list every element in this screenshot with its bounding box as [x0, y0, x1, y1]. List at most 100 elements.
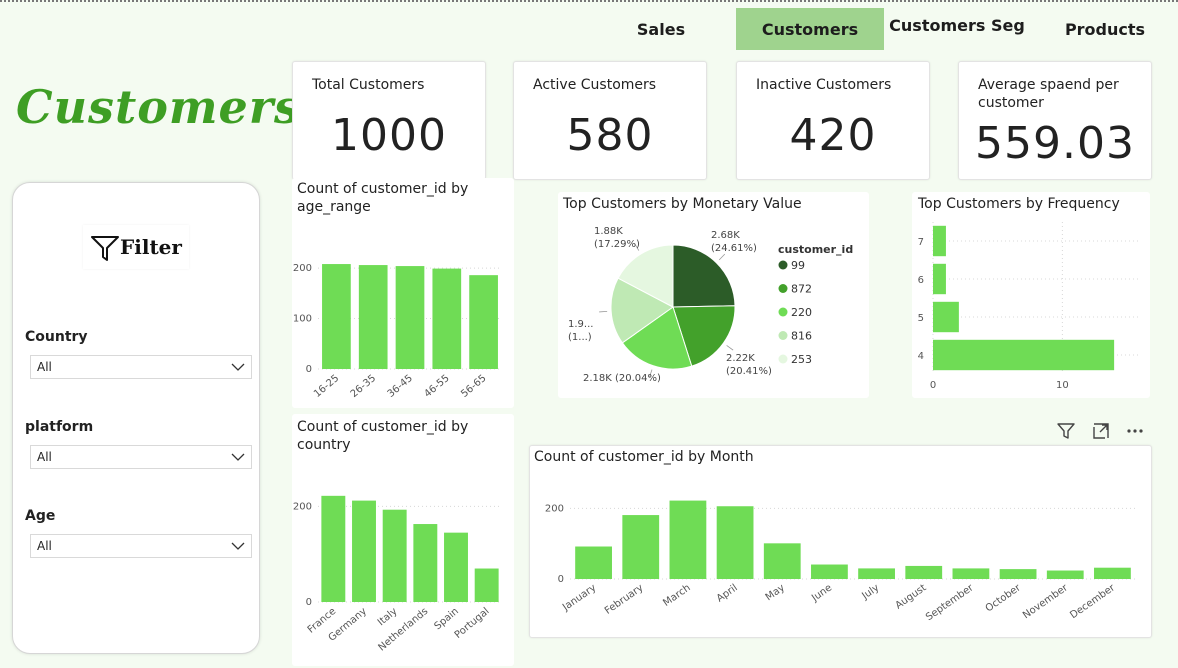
visual-filter-button[interactable] — [1052, 417, 1080, 445]
bar[interactable] — [352, 500, 376, 602]
nav-tab-customers[interactable]: Customers — [736, 8, 884, 50]
x-tick-label: July — [859, 582, 881, 602]
legend-label: 872 — [791, 283, 812, 296]
visual-more-options-button[interactable] — [1121, 417, 1149, 445]
kpi-value: 580 — [566, 110, 654, 161]
kpi-label: Average spaend per customer — [978, 77, 1119, 111]
y-tick-label: 0 — [558, 574, 564, 585]
slicer-value: All — [37, 539, 52, 553]
slicer-value: All — [37, 360, 52, 374]
pie-slice[interactable] — [672, 244, 736, 308]
visual-focus-mode-button[interactable] — [1087, 417, 1115, 445]
data-label: 2.22K — [726, 353, 755, 364]
legend-marker — [778, 260, 788, 270]
slicer-title-country: Country — [25, 329, 88, 345]
slicer-dropdown-age[interactable]: All — [30, 534, 252, 558]
y-tick-label: 6 — [918, 275, 924, 286]
y-tick-label: 5 — [918, 313, 924, 324]
x-tick-label: November — [1021, 582, 1071, 621]
bar[interactable] — [1046, 570, 1084, 579]
bar[interactable] — [1094, 567, 1131, 579]
x-tick-label: October — [984, 582, 1024, 614]
x-tick-label: 10 — [1056, 380, 1069, 391]
bar[interactable] — [444, 532, 468, 602]
x-tick-label: June — [809, 582, 834, 604]
legend-marker — [778, 307, 788, 317]
chart-month[interactable]: Count of customer_id by Month 0 200 Januar… — [529, 445, 1152, 638]
slicer-dropdown-country[interactable]: All — [30, 355, 252, 379]
bar[interactable] — [952, 568, 990, 579]
kpi-value: 559.03 — [975, 118, 1135, 169]
x-tick-label: February — [603, 582, 646, 616]
country-bar-chart: 0200FranceGermany ItalyNetherlands SpainPo… — [293, 495, 502, 653]
legend-label: 253 — [791, 353, 812, 366]
bar[interactable] — [716, 506, 754, 579]
chart-age-range[interactable]: Count of customer_id by age_range 0 100 20… — [292, 178, 514, 408]
bar[interactable] — [395, 266, 425, 369]
nav-tab-customers-seg[interactable]: Customers Seg — [888, 4, 1026, 46]
legend-marker — [778, 331, 788, 340]
bar[interactable] — [358, 265, 388, 369]
data-label: (24.61%) — [711, 243, 757, 254]
bar[interactable] — [413, 524, 438, 602]
kpi-card-total-customers: Total Customers 1000 — [292, 61, 486, 180]
x-tick-label: 26-35 — [349, 373, 378, 400]
bar[interactable] — [763, 543, 801, 579]
slicer-value: All — [37, 450, 52, 464]
filter-header: Filter — [83, 225, 189, 269]
bar[interactable] — [999, 569, 1037, 579]
bar[interactable] — [622, 515, 660, 579]
nav-tab-products[interactable]: Products — [1050, 8, 1160, 50]
y-tick-label: 200 — [293, 501, 312, 512]
bar[interactable] — [933, 263, 946, 295]
frequency-bar-chart: 0 10 7 6 5 4 — [918, 222, 1140, 391]
x-tick-label: 56-65 — [459, 373, 488, 400]
more-options-icon — [1127, 429, 1143, 433]
x-tick-label: 46-55 — [422, 373, 451, 400]
data-label: 2.18K (20.04%) — [583, 373, 661, 384]
bar[interactable] — [905, 565, 943, 579]
bar[interactable] — [321, 495, 346, 602]
y-tick-label: 0 — [306, 597, 312, 608]
x-tick-label: 36-45 — [386, 373, 415, 400]
slicer-dropdown-platform[interactable]: All — [30, 445, 252, 469]
chart-monetary-value[interactable]: Top Customers by Monetary Value 2.68K (24… — [558, 192, 869, 398]
kpi-card-active-customers: Active Customers 580 — [513, 61, 707, 180]
x-tick-label: January — [560, 582, 598, 613]
x-tick-label: Portugal — [453, 606, 492, 641]
data-label: 2.68K — [711, 230, 740, 241]
bar[interactable] — [811, 564, 848, 579]
bar[interactable] — [469, 275, 498, 369]
data-label: (17.29%) — [594, 239, 640, 250]
chart-frequency[interactable]: Top Customers by Frequency 0 10 7 6 5 4 — [912, 192, 1150, 398]
bar[interactable] — [933, 339, 1115, 371]
filter-panel: Filter Country All platform All Age All — [12, 182, 260, 654]
bar[interactable] — [858, 568, 895, 579]
bar[interactable] — [669, 500, 707, 579]
bar[interactable] — [432, 268, 462, 369]
month-bar-chart: 0 200 January February March April May June July… — [545, 500, 1136, 623]
y-tick-label: 100 — [293, 314, 312, 325]
bar[interactable] — [575, 546, 612, 579]
leader-line — [599, 310, 608, 313]
monetary-pie-chart: 2.68K (24.61%) 2.22K (20.41%) 2.18K (20.04%)… — [568, 226, 853, 384]
x-tick-label: September — [924, 582, 976, 623]
y-tick-label: 7 — [918, 237, 924, 248]
filter-title: Filter — [120, 235, 182, 259]
chart-country[interactable]: Count of customer_id by country 0 200 Fran… — [292, 414, 514, 666]
funnel-icon — [91, 236, 120, 261]
bar[interactable] — [474, 568, 499, 602]
bar[interactable] — [933, 225, 946, 257]
bar[interactable] — [382, 509, 407, 602]
nav-tab-sales[interactable]: Sales — [610, 8, 712, 50]
bar[interactable] — [933, 301, 959, 333]
filter-icon — [1057, 423, 1075, 439]
data-label: 1.88K — [594, 226, 623, 237]
x-tick-label: August — [893, 582, 928, 611]
leader-line — [726, 345, 734, 351]
bar[interactable] — [322, 264, 351, 369]
kpi-card-average-spend: Average spaend per customer 559.03 — [958, 61, 1152, 180]
legend-title: customer_id — [778, 243, 853, 256]
slicer-title-age: Age — [25, 508, 56, 524]
slicer-title-platform: platform — [25, 419, 94, 435]
